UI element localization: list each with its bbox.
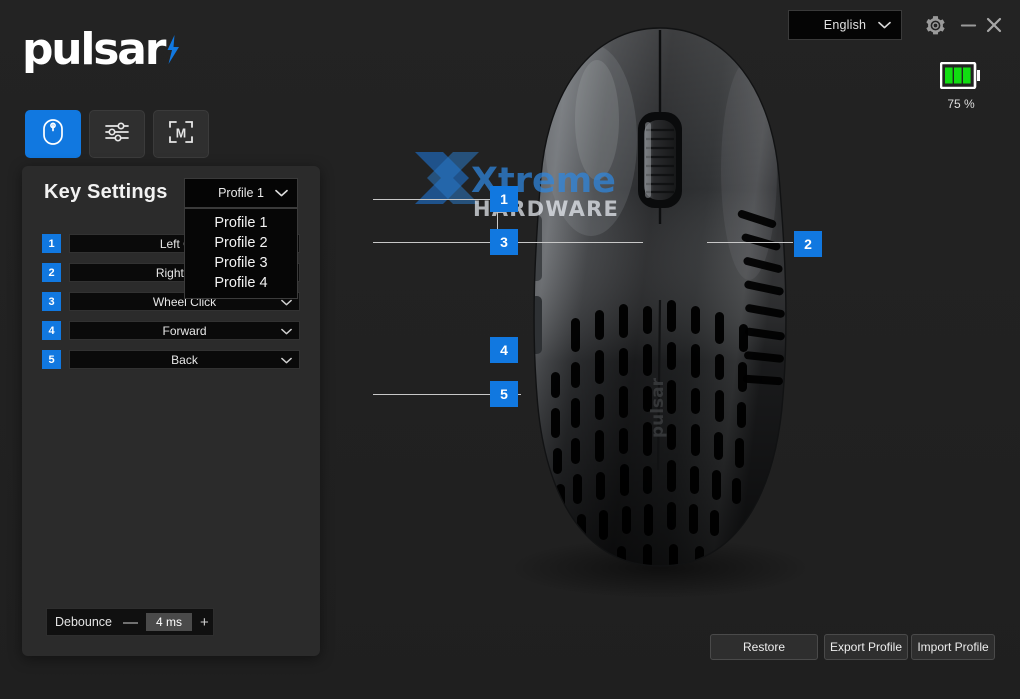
svg-text:M: M [176, 126, 186, 140]
key-settings-panel: Key Settings Profile 1 Profile 1 Profile… [22, 166, 320, 656]
import-profile-button[interactable]: Import Profile [911, 634, 995, 660]
key-binding-select-5[interactable]: Back [69, 350, 300, 369]
restore-button[interactable]: Restore [710, 634, 818, 660]
callout-5[interactable]: 5 [490, 381, 518, 407]
mouse-icon [42, 118, 64, 151]
debounce-value: 4 ms [146, 613, 192, 631]
lightning-bolt-icon [165, 35, 181, 70]
callout-4[interactable]: 4 [490, 337, 518, 363]
chevron-down-icon [281, 322, 292, 340]
pulsar-app-window: English pulsar 75 % M Key Settings Profi… [0, 0, 1020, 699]
key-number-badge: 4 [42, 321, 61, 340]
profile-select[interactable]: Profile 1 [184, 178, 298, 208]
profile-dropdown-menu[interactable]: Profile 1 Profile 2 Profile 3 Profile 4 [184, 208, 298, 299]
brand-name: pulsar [22, 24, 167, 75]
callout-3[interactable]: 3 [490, 229, 518, 255]
key-binding-value: Back [171, 352, 198, 367]
chevron-down-icon [275, 184, 288, 202]
watermark: Xtreme HARDWARE [413, 148, 633, 239]
chevron-down-icon [281, 351, 292, 369]
debounce-label: Debounce [55, 615, 112, 629]
export-profile-button[interactable]: Export Profile [824, 634, 908, 660]
macro-m-icon: M [167, 119, 195, 150]
callout-1[interactable]: 1 [490, 186, 518, 212]
leader-line-2 [707, 242, 793, 243]
callout-2[interactable]: 2 [794, 231, 822, 257]
scroll-wheel [638, 112, 682, 208]
key-row-4: 4 Forward [42, 321, 300, 340]
device-preview: pulsar 1 3 2 4 5 Xtreme HARDWARE [345, 0, 1020, 620]
key-number-badge: 2 [42, 263, 61, 282]
debounce-increment-button[interactable]: + [198, 615, 211, 630]
key-number-badge: 1 [42, 234, 61, 253]
profile-select-value: Profile 1 [218, 186, 264, 200]
gaming-mouse-image: pulsar [510, 27, 810, 598]
leader-line-1 [373, 199, 498, 200]
profile-option-4[interactable]: Profile 4 [185, 273, 297, 293]
svg-text:pulsar: pulsar [648, 377, 668, 438]
debounce-stepper: Debounce — 4 ms + [46, 608, 214, 636]
tab-bar: M [25, 110, 209, 158]
profile-option-1[interactable]: Profile 1 [185, 213, 297, 233]
brand-logo: pulsar [22, 28, 181, 72]
panel-title: Key Settings [44, 181, 168, 203]
sliders-icon [104, 120, 130, 149]
profile-option-2[interactable]: Profile 2 [185, 233, 297, 253]
key-row-5: 5 Back [42, 350, 300, 369]
key-binding-select-4[interactable]: Forward [69, 321, 300, 340]
tab-macro[interactable]: M [153, 110, 209, 158]
debounce-decrement-button[interactable]: — [121, 615, 140, 630]
key-number-badge: 3 [42, 292, 61, 311]
key-number-badge: 5 [42, 350, 61, 369]
tab-mouse[interactable] [25, 110, 81, 158]
profile-option-3[interactable]: Profile 3 [185, 253, 297, 273]
key-binding-value: Forward [162, 323, 207, 338]
tab-performance[interactable] [89, 110, 145, 158]
